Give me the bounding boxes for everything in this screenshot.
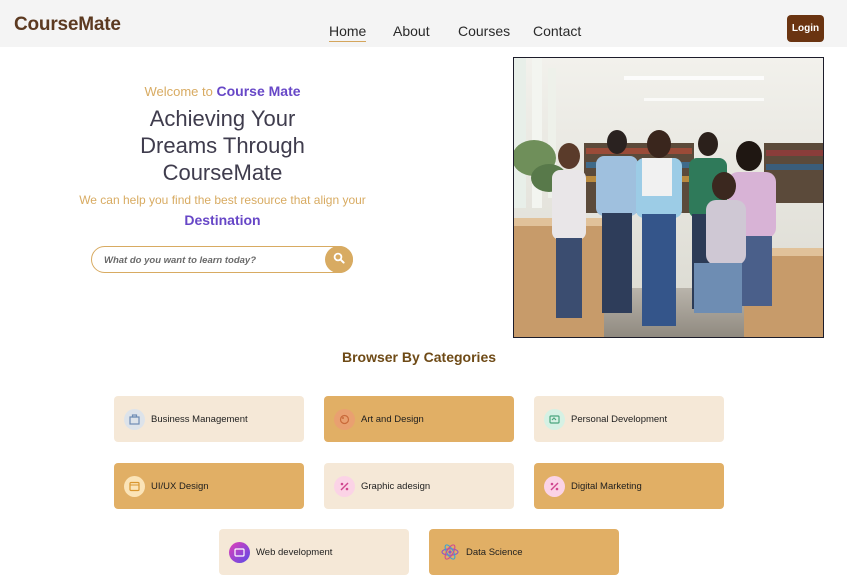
hero-headline: Achieving Your Dreams Through CourseMate: [40, 105, 405, 186]
personal-development-icon: [544, 408, 565, 430]
welcome-prefix: Welcome to: [144, 84, 213, 99]
search-bar: [91, 246, 353, 273]
category-art-and-design[interactable]: Art and Design: [324, 396, 514, 442]
hero-image: [513, 57, 824, 338]
category-personal-development[interactable]: Personal Development: [534, 396, 724, 442]
category-data-science[interactable]: Data Science: [429, 529, 619, 575]
search-input[interactable]: [104, 251, 324, 269]
navbar: CourseMate Home About Courses Contact Lo…: [0, 0, 847, 47]
category-digital-marketing[interactable]: Digital Marketing: [534, 463, 724, 509]
welcome-line: Welcome to Course Mate: [40, 80, 405, 103]
category-label: Web development: [256, 546, 333, 558]
headline-line-2: Dreams Through: [140, 133, 305, 158]
category-label: UI/UX Design: [151, 480, 209, 492]
nav-home[interactable]: Home: [329, 23, 367, 42]
category-label: Art and Design: [361, 413, 424, 425]
category-label: Graphic adesign: [361, 480, 431, 492]
category-label: Data Science: [466, 546, 523, 558]
digital-marketing-icon: [544, 475, 565, 497]
search-icon: [333, 251, 345, 269]
category-label: Digital Marketing: [571, 480, 642, 492]
hero-section: Welcome to Course Mate Achieving Your Dr…: [40, 80, 405, 228]
categories-title: Browser By Categories: [341, 349, 497, 365]
nav-contact[interactable]: Contact: [533, 23, 581, 39]
category-business-management[interactable]: Business Management: [114, 396, 304, 442]
category-label: Business Management: [151, 413, 248, 425]
web-development-icon: [229, 541, 250, 563]
students-photo-illustration: [514, 58, 823, 337]
hero-subtitle: We can help you find the best resource t…: [79, 193, 366, 207]
art-icon: [334, 408, 355, 430]
nav-about[interactable]: About: [393, 23, 430, 39]
data-science-icon: [439, 542, 460, 563]
graphic-design-icon: [334, 475, 355, 497]
category-graphic-design[interactable]: Graphic adesign: [324, 463, 514, 509]
category-label: Personal Development: [571, 413, 668, 425]
headline-line-3: CourseMate: [162, 160, 283, 185]
headline-line-1: Achieving Your: [149, 106, 296, 131]
category-web-development[interactable]: Web development: [219, 529, 409, 575]
welcome-brand: Course Mate: [216, 83, 301, 99]
hero-destination: Destination: [184, 212, 261, 228]
category-uiux-design[interactable]: UI/UX Design: [114, 463, 304, 509]
business-icon: [124, 408, 145, 430]
uiux-icon: [124, 475, 145, 497]
search-button[interactable]: [325, 246, 353, 273]
nav-courses[interactable]: Courses: [458, 23, 510, 39]
nav-links: Home About Courses Contact: [0, 0, 847, 47]
login-button[interactable]: Login: [787, 15, 824, 42]
